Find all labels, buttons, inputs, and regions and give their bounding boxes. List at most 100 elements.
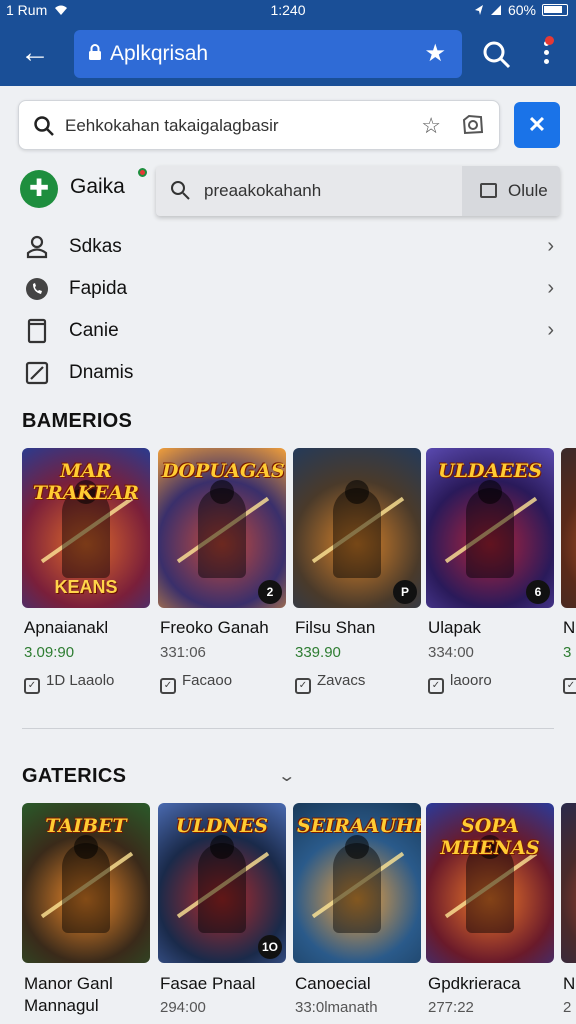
app-row: TAIBET Manor Ganl Mannagul ULDNES 1O Fasae P… bbox=[0, 803, 576, 1024]
app-price: 294:00 bbox=[160, 999, 206, 1016]
menu-item-fapida[interactable]: Fapida › bbox=[24, 272, 560, 308]
action-button[interactable]: ✕ bbox=[514, 102, 560, 148]
address-text: Aplkqrisah bbox=[110, 42, 209, 65]
app-title: N bbox=[563, 974, 576, 993]
location-icon bbox=[474, 5, 483, 15]
character-head bbox=[478, 480, 502, 504]
app-title: Freoko Ganah bbox=[160, 618, 269, 637]
address-bar[interactable]: Aplkqrisah ★ bbox=[74, 30, 462, 78]
rating-badge: 6 bbox=[526, 580, 550, 604]
character-head bbox=[210, 480, 234, 504]
game-thumbnail: P bbox=[293, 448, 421, 608]
phone-icon bbox=[26, 278, 48, 300]
character-head bbox=[210, 835, 234, 859]
suggestion-button[interactable]: Olule bbox=[462, 166, 560, 216]
divider bbox=[22, 728, 554, 729]
app-meta-text: Facaoo bbox=[182, 672, 233, 689]
status-bar: 1 Rum 1:240 60% bbox=[0, 0, 576, 22]
search-text: Eehkokahan takaigalagbasir bbox=[65, 116, 279, 135]
check-icon: ✓ bbox=[295, 678, 311, 694]
bookmark-star-icon[interactable]: ★ bbox=[424, 39, 446, 68]
app-price: 339.90 bbox=[295, 644, 341, 661]
chevron-right-icon: › bbox=[547, 235, 554, 257]
character-head bbox=[74, 835, 98, 859]
app-meta: ✓ 1D Laaolo bbox=[24, 672, 114, 694]
magnifier-icon bbox=[171, 181, 190, 200]
lock-icon bbox=[89, 44, 101, 60]
thumbnail-title: TAIBET bbox=[45, 815, 127, 837]
app-title: Apnaianakl bbox=[24, 618, 109, 637]
thumbnail-title: ULDNES bbox=[176, 815, 268, 837]
app-meta-text: Zavacs bbox=[317, 672, 366, 689]
check-icon: ✓ bbox=[24, 678, 40, 694]
app-meta: ✓ Facaoo bbox=[160, 672, 232, 694]
app-title: Ulapak bbox=[428, 618, 481, 637]
app-price: 3.09:90 bbox=[24, 644, 75, 661]
app-price: 33:0lmanath bbox=[295, 999, 378, 1016]
search-suggestion[interactable]: preaakokahanh Olule bbox=[156, 166, 560, 216]
app-meta: ✓ laooro bbox=[428, 672, 492, 694]
thumbnail-caption: KEANS bbox=[54, 577, 118, 597]
thumbnail-title: SOPA MHENAS bbox=[440, 815, 540, 859]
overflow-menu-icon[interactable] bbox=[536, 36, 556, 72]
check-icon: ✓ bbox=[563, 678, 576, 694]
thumbnail-title: MAR TRAKEAR bbox=[32, 460, 140, 504]
app-price: 334:00 bbox=[428, 644, 474, 661]
app-title: Gpdkrieraca bbox=[428, 974, 521, 993]
app-meta: ✓1C bbox=[563, 672, 576, 694]
chevron-down-icon[interactable]: ⌄ bbox=[277, 766, 296, 786]
rating-badge: 1O bbox=[258, 935, 282, 959]
app-meta-text: 1D Laaolo bbox=[46, 672, 115, 689]
search-icon[interactable] bbox=[482, 40, 512, 70]
game-thumbnail: SEIRAAUHEN bbox=[293, 803, 421, 963]
chevron-right-icon: › bbox=[547, 277, 554, 299]
app-meta: ✓ Zavacs bbox=[295, 672, 365, 694]
app-price: 2 bbox=[563, 999, 572, 1016]
app-price: 331:06 bbox=[160, 644, 206, 661]
game-thumbnail: DOPUAGAS 2 bbox=[158, 448, 286, 608]
rating-badge: P bbox=[393, 580, 417, 604]
status-badge bbox=[138, 168, 147, 177]
check-icon: ✓ bbox=[428, 678, 444, 694]
app-title: Canoecial bbox=[295, 974, 371, 993]
menu-item-label: Dnamis bbox=[69, 362, 134, 383]
section-title: BAMERIOS bbox=[22, 410, 133, 432]
character-head bbox=[345, 480, 369, 504]
menu-item-dnamis[interactable]: Dnamis bbox=[24, 356, 560, 392]
menu-item-label: Fapida bbox=[69, 278, 128, 299]
thumbnail-title: SEIRAAUHEN bbox=[297, 815, 421, 837]
box-icon bbox=[480, 183, 497, 198]
back-arrow-icon[interactable]: ← bbox=[18, 36, 52, 70]
search-input[interactable]: Eehkokahan takaigalagbasir ☆ bbox=[18, 100, 500, 150]
app-meta-text: laooro bbox=[450, 672, 492, 689]
app-title: Manor Ganl Mannagul bbox=[24, 974, 113, 1015]
star-outline-icon[interactable]: ☆ bbox=[421, 113, 441, 139]
add-icon: ✚ bbox=[20, 170, 58, 208]
app-price: 3 bbox=[563, 644, 572, 661]
section-title: GATERICS bbox=[22, 765, 127, 787]
thumbnail-title: DOPUAGAS bbox=[162, 460, 285, 482]
menu-item-sdkas[interactable]: Sdkas › bbox=[24, 230, 560, 266]
menu-item-canie[interactable]: Canie › bbox=[24, 314, 560, 350]
menu-item-label: Canie bbox=[69, 320, 119, 341]
character-head bbox=[345, 835, 369, 859]
person-icon bbox=[26, 235, 48, 259]
battery-percent: 60% bbox=[507, 2, 536, 18]
signal-icon bbox=[490, 5, 501, 15]
rating-badge: 2 bbox=[258, 580, 282, 604]
battery-icon bbox=[542, 4, 568, 16]
notification-dot bbox=[545, 36, 554, 45]
game-thumbnail: SOPA MHENAS bbox=[426, 803, 554, 963]
game-thumbnail: ULDNES 1O bbox=[158, 803, 286, 963]
profile-name: Gaika bbox=[70, 175, 125, 198]
app-price: 277:22 bbox=[428, 999, 474, 1016]
app-title: N bbox=[563, 618, 576, 637]
magnifier-icon bbox=[34, 116, 54, 136]
app-row: MAR TRAKEAR KEANS Apnaianakl 3.09:90 ✓ 1D Laa… bbox=[0, 448, 576, 698]
game-thumbnail: ULDAEES 6 bbox=[426, 448, 554, 608]
tablet-icon bbox=[27, 318, 47, 344]
check-icon: ✓ bbox=[160, 678, 176, 694]
camera-icon[interactable] bbox=[461, 113, 485, 137]
app-title: Fasae Pnaal bbox=[160, 974, 256, 993]
game-thumbnail: MAR TRAKEAR KEANS bbox=[22, 448, 150, 608]
